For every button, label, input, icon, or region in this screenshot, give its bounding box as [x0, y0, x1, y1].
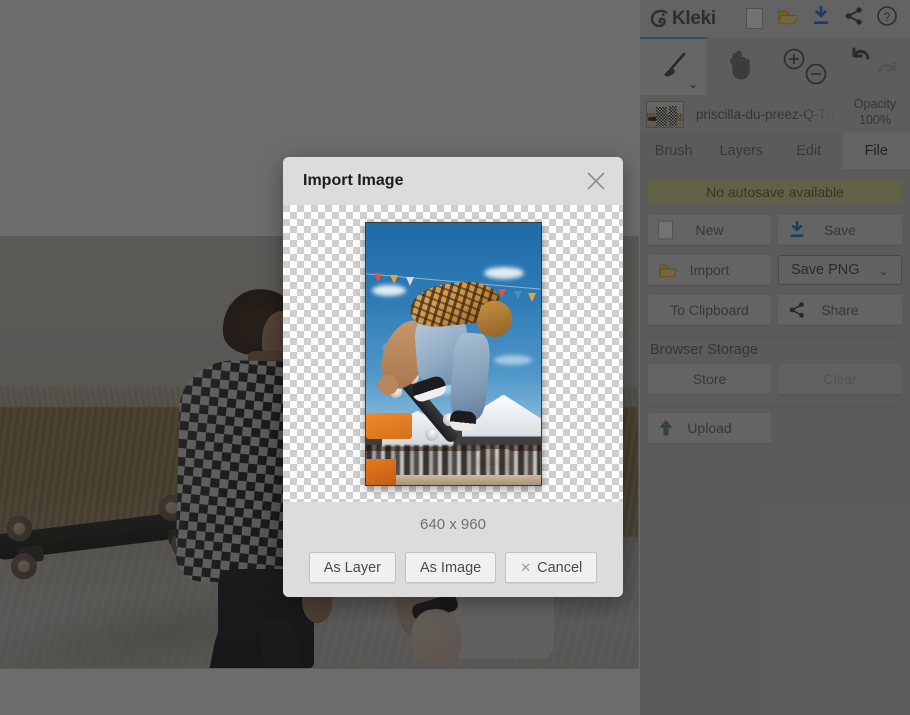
close-icon[interactable] — [581, 166, 611, 196]
as-layer-button[interactable]: As Layer — [308, 552, 396, 583]
as-image-button[interactable]: As Image — [404, 552, 497, 583]
image-preview — [364, 221, 542, 486]
as-layer-label: As Layer — [323, 559, 381, 576]
close-icon: ✕ — [520, 559, 532, 575]
dialog-preview-area — [283, 205, 623, 502]
skateboarder — [371, 277, 534, 445]
dialog-title: Import Image — [303, 172, 404, 189]
dialog-actions: As Layer As Image ✕ Cancel — [283, 552, 623, 583]
cancel-label: Cancel — [537, 559, 583, 576]
as-image-label: As Image — [419, 559, 482, 576]
dialog-header: Import Image — [283, 157, 623, 205]
image-dimensions: 640 x 960 — [420, 516, 486, 533]
cancel-button[interactable]: ✕ Cancel — [505, 552, 598, 583]
dialog-footer: 640 x 960 As Layer As Image ✕ Cancel — [283, 502, 623, 597]
import-image-dialog: Import Image 640 x 960 As Layer As Image… — [283, 157, 623, 597]
